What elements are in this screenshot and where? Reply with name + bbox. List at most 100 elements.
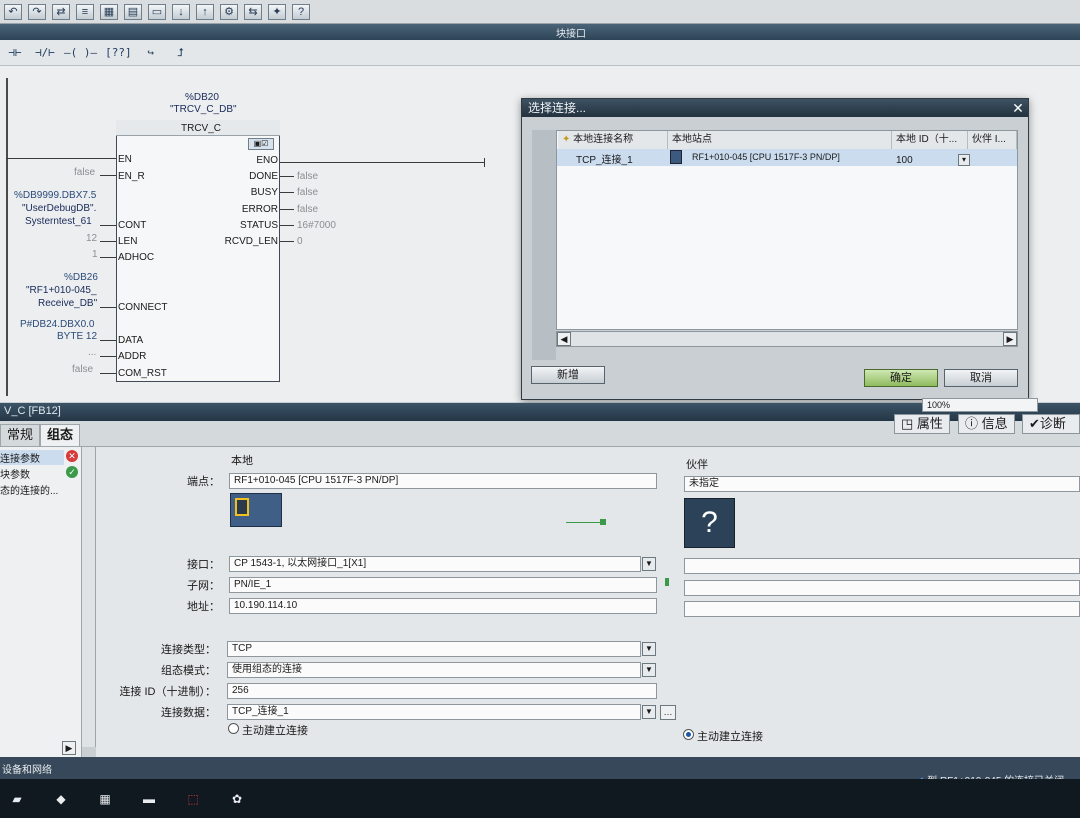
scroll-left-icon[interactable]: ◀ [557, 332, 571, 346]
empty-box-icon[interactable]: [??] [105, 45, 132, 61]
nav-configured-connection[interactable]: 态的连接的... [0, 482, 58, 497]
download-icon[interactable]: ↓ [172, 3, 190, 20]
stub [100, 175, 116, 176]
pin-eno: ENO [256, 155, 278, 166]
coil-icon[interactable]: –( )– [64, 45, 97, 61]
partner-interface-field[interactable] [684, 558, 1080, 574]
partner-active-radio[interactable] [683, 729, 694, 740]
chevron-down-icon[interactable]: ▼ [642, 642, 656, 656]
tab-diagnostics-label: 诊断 [1039, 416, 1066, 431]
nav-block-params[interactable]: 块参数 [0, 466, 30, 481]
monitor-icon[interactable]: ▭ [148, 3, 166, 20]
zoom-select[interactable]: 100% [922, 398, 1038, 412]
compile-icon[interactable]: ⚙ [220, 3, 238, 20]
block-interface-bar[interactable] [0, 24, 1080, 40]
adhoc-value[interactable]: 1 [92, 249, 98, 260]
chevron-down-icon[interactable]: ▾ [958, 154, 970, 166]
cont-value[interactable]: Systerntest_61 [25, 216, 92, 227]
partner-address-field[interactable] [684, 601, 1080, 617]
nc-contact-icon[interactable]: ⊣/⊢ [34, 45, 56, 61]
table-icon[interactable]: ▤ [124, 3, 142, 20]
com-rst-value[interactable]: false [72, 364, 93, 375]
scroll-right-icon[interactable]: ▶ [1003, 332, 1017, 346]
addr-value[interactable]: ... [88, 347, 96, 358]
inc-icon[interactable]: ✿ [226, 789, 248, 809]
row-local-id[interactable]: 100 [896, 155, 913, 166]
connection-endpoint [600, 519, 606, 525]
pin-connect: CONNECT [118, 302, 168, 313]
row-connection-name[interactable]: TCP_连接_1 [576, 151, 633, 166]
tab-configuration[interactable]: 组态 [40, 424, 81, 446]
settings-icon[interactable]: ✦ [268, 3, 286, 20]
stub [100, 307, 116, 308]
tia-icon[interactable]: ▬ [138, 789, 160, 809]
undo-icon[interactable]: ↶ [4, 3, 22, 20]
horizontal-scrollbar[interactable] [556, 331, 1018, 347]
done-value[interactable]: false [297, 171, 318, 182]
nav-connection-params[interactable]: 连接参数 [0, 450, 64, 465]
len-value[interactable]: 12 [86, 233, 97, 244]
nav-scrollbar[interactable] [82, 447, 96, 747]
config-mode-select[interactable]: 使用组态的连接 [227, 662, 641, 678]
interface-select[interactable]: CP 1543-1, 以太网接口_1[X1] [229, 556, 641, 572]
data-pointer[interactable]: P#DB24.DBX0.0 [20, 319, 95, 330]
instance-db-name[interactable]: "TRCV_C_DB" [170, 104, 237, 115]
local-endpoint-field[interactable]: RF1+010-045 [CPU 1517F-3 PN/DP] [229, 473, 657, 489]
stub [100, 340, 116, 341]
help-icon[interactable]: ? [292, 3, 310, 20]
tab-diagnostics[interactable]: ✔诊断 [1022, 414, 1080, 434]
block-icon[interactable]: ▣☑ [248, 138, 274, 150]
data-value[interactable]: BYTE 12 [57, 331, 97, 342]
calc-icon[interactable]: ▦ [94, 789, 116, 809]
tab-info-label: 信息 [981, 416, 1008, 431]
partner-subnet-field[interactable] [684, 580, 1080, 596]
column-local-name: 本地连接名称 [573, 134, 634, 145]
chevron-down-icon[interactable]: ▼ [642, 705, 656, 719]
chevron-down-icon[interactable]: ▼ [642, 557, 656, 571]
row-station[interactable]: RF1+010-045 [CPU 1517F-3 PN/DP] [692, 152, 840, 162]
subnet-field[interactable]: PN/IE_1 [229, 577, 657, 593]
compare-icon[interactable]: ⇆ [244, 3, 262, 20]
status-value[interactable]: 16#7000 [297, 220, 336, 231]
browse-button[interactable]: … [660, 705, 676, 720]
nav-scroll-right-icon[interactable]: ▶ [62, 741, 76, 755]
cont-address[interactable]: %DB9999.DBX7.5 [14, 190, 96, 201]
tab-info[interactable]: ⓘ 信息 [958, 414, 1015, 434]
portal-icon[interactable]: ▰ [6, 789, 28, 809]
address-field[interactable]: 10.190.114.10 [229, 598, 657, 614]
conn-id-field[interactable]: 256 [227, 683, 657, 699]
en-r-value[interactable]: false [74, 167, 95, 178]
ok-button[interactable]: 确定 [864, 369, 938, 387]
connect-value[interactable]: Receive_DB" [38, 298, 97, 309]
error-value[interactable]: false [297, 204, 318, 215]
tab-properties[interactable]: ◳ 属性 [894, 414, 950, 434]
open-branch-icon[interactable]: ↪ [140, 45, 162, 61]
tab-general[interactable]: 常规 [0, 424, 41, 446]
grid-icon[interactable]: ▦ [100, 3, 118, 20]
close-icon[interactable]: ✕ [1010, 100, 1026, 116]
list-icon[interactable]: ≡ [76, 3, 94, 20]
rcvd-len-value[interactable]: 0 [297, 236, 303, 247]
local-active-radio[interactable] [228, 723, 239, 734]
connect-db-name[interactable]: "RF1+010-045_ [26, 285, 97, 296]
pdf-icon[interactable]: ⬚ [182, 789, 204, 809]
cont-db[interactable]: "UserDebugDB". [22, 203, 96, 214]
chevron-down-icon[interactable]: ▼ [642, 663, 656, 677]
conn-type-select[interactable]: TCP [227, 641, 641, 657]
app-icon[interactable]: ◆ [50, 789, 72, 809]
redo-icon[interactable]: ↷ [28, 3, 46, 20]
conn-data-select[interactable]: TCP_连接_1 [227, 704, 641, 720]
devices-networks-link[interactable]: 设备和网络 [2, 761, 52, 776]
connect-db[interactable]: %DB26 [64, 272, 98, 283]
block-interface-label[interactable]: 块接口 [556, 25, 586, 40]
dialog-title[interactable]: 选择连接... [522, 99, 1028, 117]
network-icon[interactable]: ⇄ [52, 3, 70, 20]
busy-value[interactable]: false [297, 187, 318, 198]
new-button[interactable]: 新增 [531, 366, 605, 384]
close-branch-icon[interactable]: ⮥ [170, 45, 192, 61]
config-mode-label: 组态模式： [161, 665, 216, 677]
no-contact-icon[interactable]: ⊣⊢ [4, 45, 26, 61]
upload-icon[interactable]: ↑ [196, 3, 214, 20]
partner-endpoint-field[interactable]: 未指定 [684, 476, 1080, 492]
cancel-button[interactable]: 取消 [944, 369, 1018, 387]
